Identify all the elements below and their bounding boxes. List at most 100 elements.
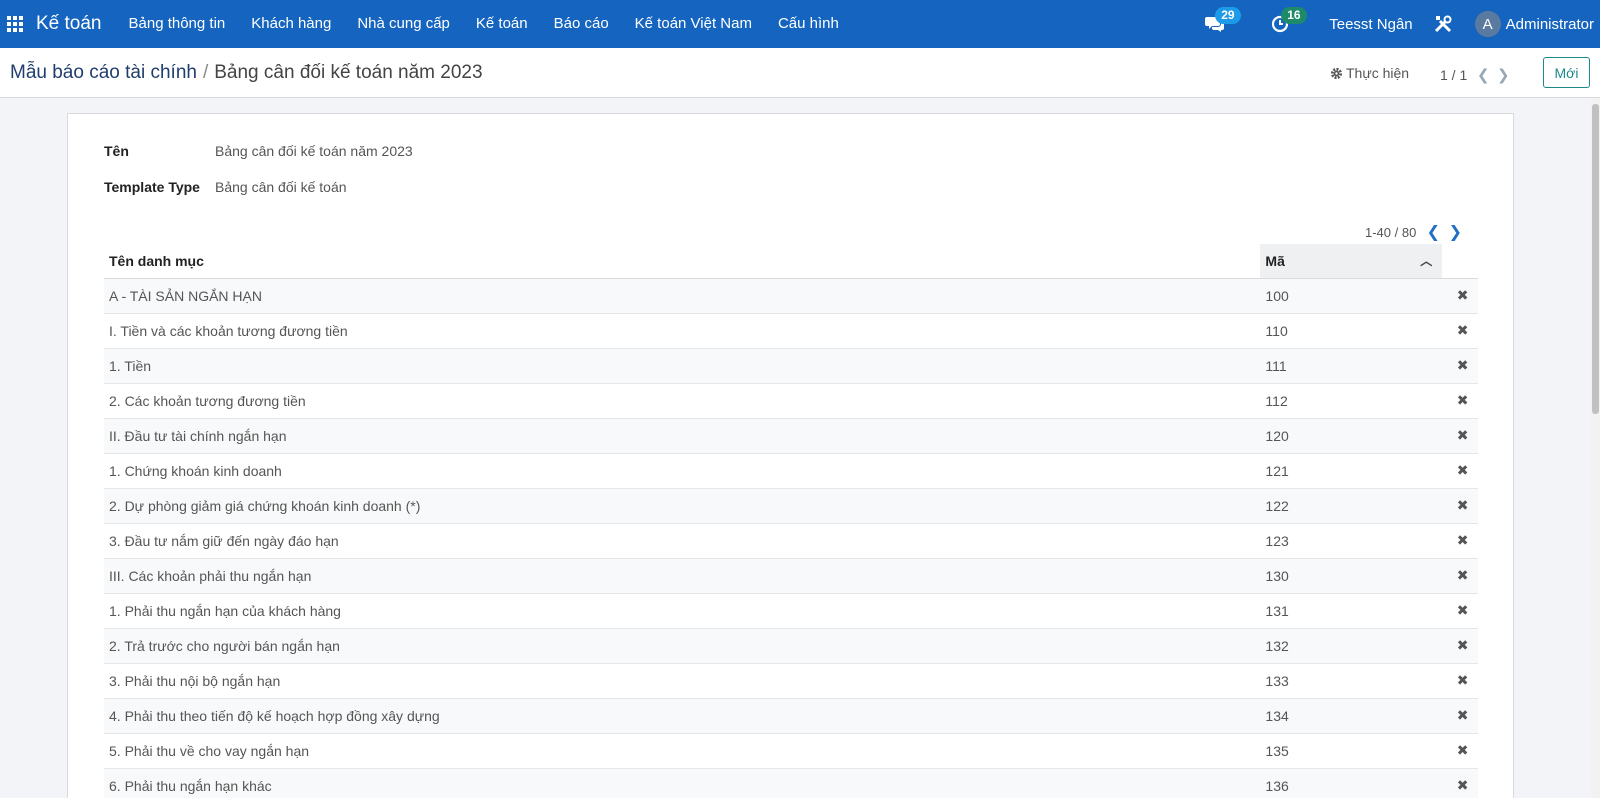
cell-name[interactable]: 1. Phải thu ngắn hạn của khách hàng: [104, 593, 1261, 629]
delete-icon[interactable]: ✖: [1442, 523, 1478, 559]
lines-pager-prev-icon[interactable]: ❮: [1422, 222, 1444, 242]
field-name-label: Tên: [104, 143, 129, 159]
col-header-delete: [1442, 244, 1478, 279]
delete-icon[interactable]: ✖: [1442, 453, 1478, 489]
cell-code[interactable]: 130: [1260, 558, 1443, 594]
table-row[interactable]: A - TÀI SẢN NGẮN HẠN 100 ✖: [104, 278, 1478, 314]
cell-code[interactable]: 121: [1260, 453, 1443, 489]
cell-code[interactable]: 135: [1260, 733, 1443, 769]
menu-item-customers[interactable]: Khách hàng: [238, 0, 344, 48]
delete-icon[interactable]: ✖: [1442, 593, 1478, 629]
app-brand[interactable]: Kế toán: [36, 13, 102, 35]
delete-icon[interactable]: ✖: [1442, 628, 1478, 664]
menu-item-vn-accounting[interactable]: Kế toán Việt Nam: [622, 0, 765, 48]
control-panel: Mẫu báo cáo tài chính / Bảng cân đối kế to…: [0, 48, 1600, 98]
cell-code[interactable]: 111: [1260, 348, 1443, 384]
record-pager-value[interactable]: 1 / 1: [1440, 67, 1467, 83]
field-template-type-value[interactable]: Bảng cân đối kế toán: [215, 179, 347, 195]
cell-code[interactable]: 123: [1260, 523, 1443, 559]
user-menu[interactable]: Administrator: [1506, 16, 1594, 33]
col-header-code-label: Mã: [1265, 252, 1285, 269]
cell-code[interactable]: 134: [1260, 698, 1443, 734]
avatar[interactable]: A: [1474, 11, 1501, 37]
field-template-type: Template Type Bảng cân đối kế toán: [104, 179, 347, 195]
breadcrumb-current: Bảng cân đối kế toán năm 2023: [214, 62, 483, 83]
cell-name[interactable]: 1. Tiền: [104, 348, 1261, 384]
table-row[interactable]: 4. Phải thu theo tiến độ kế hoạch hợp đồ…: [104, 698, 1478, 734]
cell-code[interactable]: 132: [1260, 628, 1443, 664]
pager-next-icon[interactable]: ❯: [1493, 66, 1513, 84]
col-header-code[interactable]: Mã ︿: [1260, 244, 1443, 279]
messages-count-badge: 29: [1215, 7, 1241, 24]
cell-code[interactable]: 133: [1260, 663, 1443, 699]
pager-prev-icon[interactable]: ❮: [1473, 66, 1493, 84]
table-row[interactable]: 3. Phải thu nội bộ ngắn hạn 133 ✖: [104, 663, 1478, 699]
delete-icon[interactable]: ✖: [1442, 698, 1478, 734]
table-row[interactable]: 2. Dự phòng giảm giá chứng khoán kinh do…: [104, 488, 1478, 524]
table-row[interactable]: 2. Các khoản tương đương tiền 112 ✖: [104, 383, 1478, 419]
cell-name[interactable]: 3. Đầu tư nắm giữ đến ngày đáo hạn: [104, 523, 1261, 559]
menu-item-accounting[interactable]: Kế toán: [463, 0, 541, 48]
menu-item-dashboard[interactable]: Bảng thông tin: [116, 0, 239, 48]
cell-code[interactable]: 131: [1260, 593, 1443, 629]
delete-icon[interactable]: ✖: [1442, 313, 1478, 349]
cell-name[interactable]: III. Các khoản phải thu ngắn hạn: [104, 558, 1261, 594]
delete-icon[interactable]: ✖: [1442, 383, 1478, 419]
cell-name[interactable]: 5. Phải thu về cho vay ngắn hạn: [104, 733, 1261, 769]
table-row[interactable]: 5. Phải thu về cho vay ngắn hạn 135 ✖: [104, 733, 1478, 769]
breadcrumb: Mẫu báo cáo tài chính / Bảng cân đối kế to…: [10, 62, 483, 84]
field-name-value[interactable]: Bảng cân đối kế toán năm 2023: [215, 143, 413, 159]
delete-icon[interactable]: ✖: [1442, 733, 1478, 769]
lines-pager-next-icon[interactable]: ❯: [1444, 222, 1466, 242]
table-row[interactable]: I. Tiền và các khoản tương đương tiền 110…: [104, 313, 1478, 349]
table-row[interactable]: 3. Đầu tư nắm giữ đến ngày đáo hạn 123 ✖: [104, 523, 1478, 559]
cell-name[interactable]: 1. Chứng khoán kinh doanh: [104, 453, 1261, 489]
menu-item-config[interactable]: Cấu hình: [765, 0, 852, 48]
apps-icon[interactable]: [2, 0, 28, 48]
cell-name[interactable]: 4. Phải thu theo tiến độ kế hoạch hợp đồ…: [104, 698, 1261, 734]
breadcrumb-parent[interactable]: Mẫu báo cáo tài chính: [10, 62, 197, 83]
lines-pager-value[interactable]: 1-40 / 80: [1365, 225, 1416, 240]
cell-name[interactable]: I. Tiền và các khoản tương đương tiền: [104, 313, 1261, 349]
delete-icon[interactable]: ✖: [1442, 278, 1478, 314]
table-row[interactable]: III. Các khoản phải thu ngắn hạn 130 ✖: [104, 558, 1478, 594]
activities-count-badge: 16: [1281, 7, 1307, 24]
cell-code[interactable]: 122: [1260, 488, 1443, 524]
delete-icon[interactable]: ✖: [1442, 348, 1478, 384]
menu-item-reports[interactable]: Báo cáo: [541, 0, 622, 48]
col-header-name[interactable]: Tên danh mục: [104, 244, 1261, 279]
page-scrollbar-thumb[interactable]: [1592, 104, 1599, 414]
activity-menu[interactable]: 16: [1261, 0, 1313, 48]
table-row[interactable]: 1. Chứng khoán kinh doanh 121 ✖: [104, 453, 1478, 489]
delete-icon[interactable]: ✖: [1442, 768, 1478, 798]
table-row[interactable]: 1. Phải thu ngắn hạn của khách hàng 131 ✖: [104, 593, 1478, 629]
table-row[interactable]: 2. Trả trước cho người bán ngắn hạn 132 ✖: [104, 628, 1478, 664]
cell-name[interactable]: II. Đầu tư tài chính ngắn hạn: [104, 418, 1261, 454]
cell-code[interactable]: 120: [1260, 418, 1443, 454]
delete-icon[interactable]: ✖: [1442, 488, 1478, 524]
delete-icon[interactable]: ✖: [1442, 558, 1478, 594]
cell-code[interactable]: 112: [1260, 383, 1443, 419]
delete-icon[interactable]: ✖: [1442, 418, 1478, 454]
cell-code[interactable]: 110: [1260, 313, 1443, 349]
table-row[interactable]: II. Đầu tư tài chính ngắn hạn 120 ✖: [104, 418, 1478, 454]
action-menu-label: Thực hiện: [1346, 65, 1410, 81]
cell-name[interactable]: 2. Các khoản tương đương tiền: [104, 383, 1261, 419]
cell-code[interactable]: 100: [1260, 278, 1443, 314]
new-button[interactable]: Mới: [1543, 57, 1590, 88]
delete-icon[interactable]: ✖: [1442, 663, 1478, 699]
cell-name[interactable]: A - TÀI SẢN NGẮN HẠN: [104, 278, 1261, 314]
menu-item-vendors[interactable]: Nhà cung cấp: [344, 0, 463, 48]
cell-name[interactable]: 2. Trả trước cho người bán ngắn hạn: [104, 628, 1261, 664]
cell-name[interactable]: 6. Phải thu ngắn hạn khác: [104, 768, 1261, 798]
company-switcher[interactable]: Teesst Ngân: [1319, 16, 1422, 33]
table-row[interactable]: 6. Phải thu ngắn hạn khác 136 ✖: [104, 768, 1478, 798]
cell-code[interactable]: 136: [1260, 768, 1443, 798]
table-row[interactable]: 1. Tiền 111 ✖: [104, 348, 1478, 384]
debug-tools[interactable]: [1423, 0, 1463, 48]
lines-pager: 1-40 / 80 ❮ ❯: [1365, 222, 1466, 242]
cell-name[interactable]: 3. Phải thu nội bộ ngắn hạn: [104, 663, 1261, 699]
messaging-menu[interactable]: 29: [1195, 0, 1261, 48]
action-menu[interactable]: Thực hiện: [1330, 65, 1409, 81]
cell-name[interactable]: 2. Dự phòng giảm giá chứng khoán kinh do…: [104, 488, 1261, 524]
